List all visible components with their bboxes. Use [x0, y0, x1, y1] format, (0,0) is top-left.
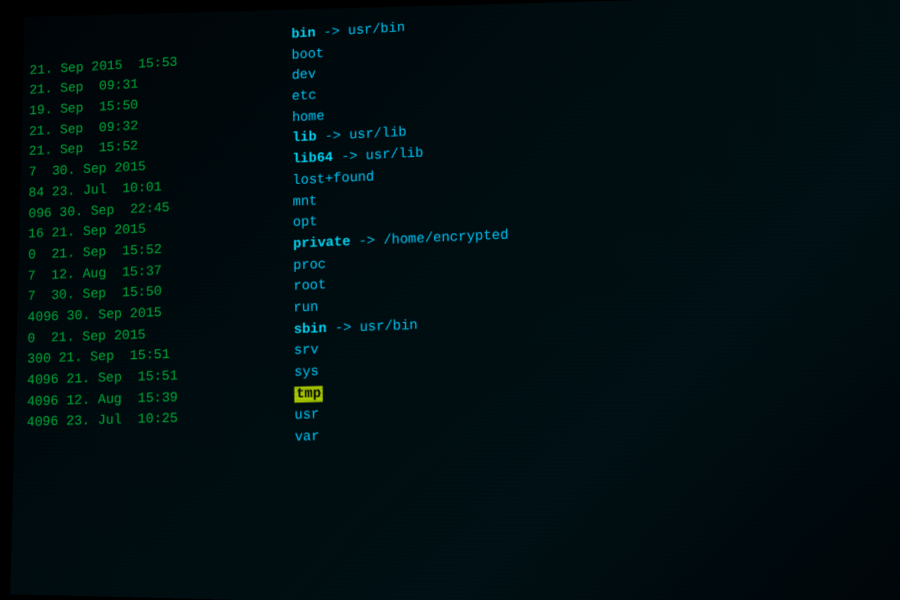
file-name: etc [292, 86, 316, 108]
file-name: var [295, 427, 320, 449]
file-name: dev [292, 65, 316, 87]
file-name: usr [294, 405, 319, 427]
file-name: proc [293, 255, 326, 278]
file-name: tmp [294, 384, 323, 406]
file-name: mnt [293, 191, 318, 213]
terminal-content: bin -> usr/bin 21. Sep 2015 15:53 boot 2… [10, 0, 900, 476]
file-name: srv [294, 340, 319, 362]
file-name: sys [294, 362, 319, 384]
file-name: lost+found [293, 167, 375, 192]
file-name: home [292, 107, 325, 130]
terminal-window: bin -> usr/bin 21. Sep 2015 15:53 boot 2… [10, 0, 900, 600]
file-name: boot [291, 44, 323, 67]
file-name: run [294, 298, 319, 320]
file-name: opt [293, 212, 318, 234]
file-name: root [293, 276, 326, 299]
file-name: sbin -> usr/bin [294, 315, 418, 341]
